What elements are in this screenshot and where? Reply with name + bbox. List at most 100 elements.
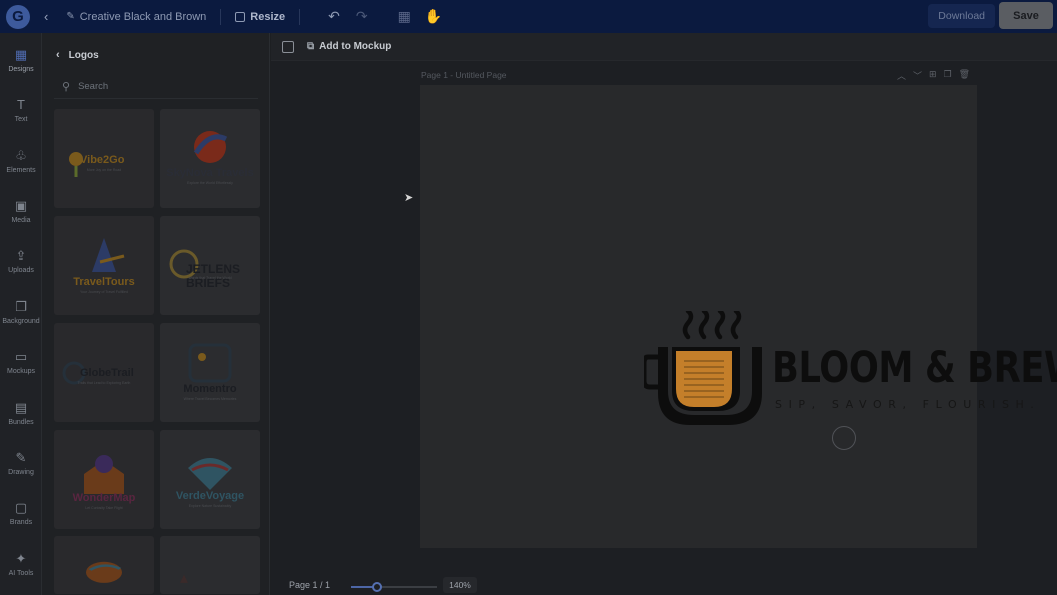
rail-item-label: Drawing xyxy=(8,469,34,476)
rail-item-label: Media xyxy=(11,217,31,224)
logo-mark-icon xyxy=(193,131,228,163)
logo-card[interactable]: GlobeTrail Trails that Lead to Exploring … xyxy=(54,323,154,422)
left-rail: ▦ Designs T Text ♧ Elements ▣ Media ⇪ Uploads ❐ Bac… xyxy=(0,33,42,595)
mockup-icon: ⧉ xyxy=(307,41,315,52)
download-button[interactable]: Download xyxy=(928,4,995,28)
add-page-icon[interactable]: ⊞ xyxy=(929,69,937,82)
logo-card-tagline: Explore the World Effortlessly xyxy=(187,181,233,185)
logo-card-name: Vibe2Go xyxy=(80,154,125,166)
coffee-cup-icon xyxy=(641,308,762,425)
search-placeholder: Search xyxy=(78,81,109,92)
logo-card-name: Momentro xyxy=(183,383,237,395)
logo-card[interactable]: WonderMap Let Curiosity Take Flight xyxy=(54,430,154,529)
logo-card-tagline: Where Travel Becomes Memories xyxy=(183,397,237,401)
back-chevron-icon[interactable]: ‹ xyxy=(56,49,60,61)
move-up-icon[interactable]: ︿ xyxy=(897,69,906,82)
rail-item-ai-tools[interactable]: ✦ AI Tools xyxy=(0,551,42,577)
search-icon: ⚲ xyxy=(62,81,71,93)
page-counter[interactable]: Page 1 / 1 xyxy=(289,580,330,590)
logo-card[interactable]: TravelTours Your Journey of Travel Fulfil… xyxy=(54,216,154,315)
rail-item-drawing[interactable]: ✎ Drawing xyxy=(0,450,42,476)
logo-mark-icon xyxy=(188,343,232,383)
toolbar-divider xyxy=(220,8,222,25)
hand-icon[interactable]: ✋ xyxy=(425,8,442,25)
mouse-cursor-icon: ➤ xyxy=(404,192,414,204)
download-label: Download xyxy=(938,10,985,22)
move-down-icon[interactable]: ﹀ xyxy=(913,69,922,82)
logo-card-name: GlobeTrail xyxy=(80,367,134,379)
resize-icon xyxy=(235,11,246,22)
save-button[interactable]: Save xyxy=(999,2,1053,29)
add-to-mockup-label: Add to Mockup xyxy=(319,41,392,52)
rail-item-label: Background xyxy=(2,318,40,325)
duplicate-page-icon[interactable]: ❐ xyxy=(944,69,952,82)
rail-item-brands[interactable]: ▢ Brands xyxy=(0,500,42,526)
logo-mark-icon xyxy=(188,458,232,490)
steam-lines xyxy=(682,308,742,340)
grid-icon[interactable]: ▦ xyxy=(398,8,411,25)
zoom-value[interactable]: 140% xyxy=(443,577,477,593)
back-chevron-icon[interactable]: ‹ xyxy=(44,9,48,24)
zoom-slider-thumb[interactable] xyxy=(371,582,382,592)
uploads-icon: ⇪ xyxy=(15,248,27,263)
top-bar: G ‹ ✎ Creative Black and Brown Resize ↶ ↷… xyxy=(0,0,1057,33)
frame-icon[interactable] xyxy=(282,40,294,53)
panel-header[interactable]: ‹ Logos xyxy=(56,49,99,61)
rail-item-media[interactable]: ▣ Media xyxy=(0,198,42,224)
bottom-bar: Page 1 / 1 140% xyxy=(271,573,1057,595)
brand-tagline: SIP, SAVOR, FLOURISH. xyxy=(775,398,1041,411)
document-title[interactable]: ✎ Creative Black and Brown xyxy=(66,11,206,23)
redo-icon[interactable]: ↷ xyxy=(356,8,368,25)
design-logo[interactable]: BLOOM & BREW SIP, SAVOR, FLOURISH. xyxy=(641,308,1057,427)
media-icon: ▣ xyxy=(14,198,28,213)
logo-card-tagline: More Joy on the Road xyxy=(86,168,122,172)
pencil-icon: ✎ xyxy=(66,11,75,22)
add-to-mockup-button[interactable]: ⧉ Add to Mockup xyxy=(307,41,391,52)
delete-page-icon[interactable]: 🗑 xyxy=(959,69,970,82)
logo-card-tagline: Explore Nature Sustainably xyxy=(188,504,232,508)
panel-title: Logos xyxy=(68,49,99,61)
background-icon: ❐ xyxy=(15,299,27,314)
elements-icon: ♧ xyxy=(15,148,27,163)
canvas-workspace[interactable]: ⧉ Add to Mockup Page 1 - Untitled Page ︿ … xyxy=(271,33,1057,595)
logo-card[interactable]: Momentro Where Travel Becomes Memories xyxy=(160,323,260,422)
resize-button[interactable]: Resize xyxy=(235,11,285,23)
logo-card-name: TravelTours xyxy=(73,276,135,288)
logo-card[interactable]: CityTravel xyxy=(160,536,260,594)
logo-card[interactable] xyxy=(54,536,154,594)
logo-card-name: WonderMap xyxy=(72,492,136,504)
logo-card-name: VerdeVoyage xyxy=(175,490,245,502)
designs-icon: ▦ xyxy=(14,47,28,62)
page-actions: ︿ ﹀ ⊞ ❐ 🗑 xyxy=(897,69,970,82)
search-input[interactable]: ⚲ Search xyxy=(54,75,258,99)
save-label: Save xyxy=(1013,9,1039,22)
zoom-slider[interactable] xyxy=(351,582,437,592)
rail-item-uploads[interactable]: ⇪ Uploads xyxy=(0,248,42,274)
rail-item-elements[interactable]: ♧ Elements xyxy=(0,148,42,174)
logo-card[interactable]: VerdeVoyage Explore Nature Sustainably xyxy=(160,430,260,529)
rail-item-designs[interactable]: ▦ Designs xyxy=(0,47,42,73)
rail-item-label: Mockups xyxy=(6,368,35,375)
undo-icon[interactable]: ↶ xyxy=(328,8,340,25)
rail-item-background[interactable]: ❐ Background xyxy=(0,299,42,325)
rail-item-text[interactable]: T Text xyxy=(0,97,42,123)
rail-item-label: AI Tools xyxy=(8,570,34,577)
resize-label: Resize xyxy=(250,10,286,23)
design-page[interactable]: BLOOM & BREW SIP, SAVOR, FLOURISH. xyxy=(420,85,1057,548)
logo-mark-icon xyxy=(180,574,188,583)
logo-card-tagline: Let Curiosity Take Flight xyxy=(85,506,123,510)
logo-card-tagline: Words that Travel the World xyxy=(188,276,232,280)
rail-item-label: Uploads xyxy=(8,267,34,274)
logo-card[interactable]: JETLENS BRIEFS Words that Travel the Worl… xyxy=(160,216,260,315)
brand-name: BLOOM & BREW xyxy=(772,343,1057,393)
logo-card[interactable]: SkyNova Travels Explore the World Effortl… xyxy=(160,109,260,208)
bundles-icon: ▤ xyxy=(14,400,28,415)
rail-item-bundles[interactable]: ▤ Bundles xyxy=(0,400,42,426)
mockups-icon: ▭ xyxy=(14,349,28,364)
logo-card[interactable]: Vibe2Go More Joy on the Road xyxy=(54,109,154,208)
canvas-toolbar: ⧉ Add to Mockup xyxy=(271,33,1057,61)
rail-item-mockups[interactable]: ▭ Mockups xyxy=(0,349,42,375)
app-logo[interactable]: G xyxy=(6,4,30,29)
drawing-icon: ✎ xyxy=(15,450,27,465)
page-label[interactable]: Page 1 - Untitled Page xyxy=(421,70,507,80)
